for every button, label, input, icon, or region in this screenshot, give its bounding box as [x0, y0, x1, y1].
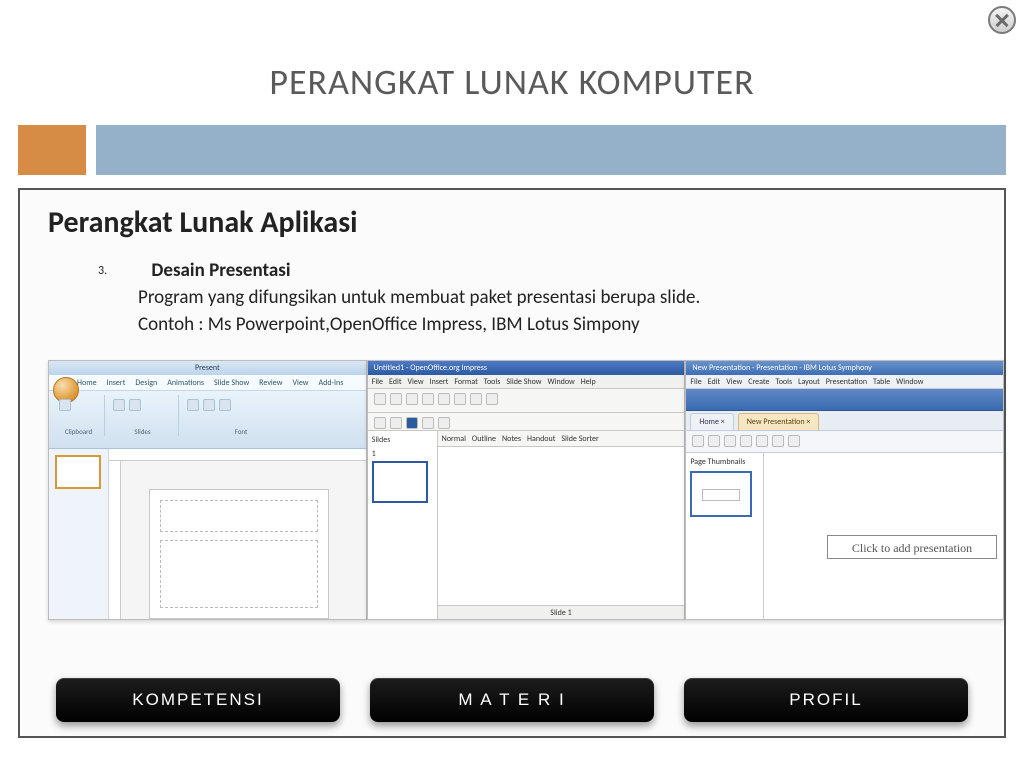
pp-tab: Home	[77, 378, 97, 388]
im-menubar: File Edit View Insert Format Tools Slide…	[368, 375, 685, 389]
im-menu-item: Help	[581, 377, 596, 387]
im-menu-item: Format	[454, 377, 477, 387]
pp-tab: Insert	[107, 378, 126, 388]
sy-placeholder: Click to add presentation	[827, 535, 997, 559]
im-menu-item: Edit	[389, 377, 402, 387]
pp-tab: Animations	[167, 378, 204, 388]
sy-menu-item: Presentation	[826, 377, 867, 387]
sy-panel-label: Page Thumbnails	[690, 457, 759, 467]
content-frame: Perangkat Lunak Aplikasi 3. Desain Prese…	[18, 188, 1006, 738]
im-view-tab: Slide Sorter	[561, 434, 598, 444]
im-view-tab: Handout	[527, 434, 555, 444]
pp-tab: Add-Ins	[318, 378, 343, 388]
list-item: 3. Desain Presentasi	[98, 259, 976, 282]
accent-blue	[96, 125, 1006, 175]
pp-tab: Slide Show	[214, 378, 249, 388]
pp-group-label: Font	[181, 427, 301, 436]
body-line-1: Program yang difungsikan untuk membuat p…	[138, 286, 976, 309]
im-menu-item: Window	[547, 377, 574, 387]
screenshot-row: Present Home Insert Design Animations Sl…	[48, 360, 1004, 620]
sy-titlebar: New Presentation - Presentation - IBM Lo…	[686, 361, 1003, 375]
sy-menu-item: Layout	[798, 377, 820, 387]
sy-menu-item: Window	[896, 377, 923, 387]
im-titlebar: Untitled1 - OpenOffice.org Impress	[368, 361, 685, 375]
im-canvas	[438, 447, 685, 605]
screenshot-powerpoint: Present Home Insert Design Animations Sl…	[48, 360, 367, 620]
sy-toolbar	[686, 389, 1003, 411]
im-slide-panel: Slides 1	[368, 431, 438, 619]
sy-thumb-panel: Page Thumbnails	[686, 453, 764, 619]
pp-titlebar: Present	[49, 361, 366, 375]
sy-toolbar-2	[686, 431, 1003, 453]
im-view-tab: Notes	[502, 434, 521, 444]
pp-ribbon: Clipboard Slides Font	[49, 391, 366, 449]
pp-tab: Review	[259, 378, 282, 388]
im-menu-item: View	[408, 377, 424, 387]
im-toolbar-2	[368, 413, 685, 431]
pp-canvas	[109, 449, 366, 619]
sy-menu-item: Tools	[776, 377, 793, 387]
sy-menu-item: File	[690, 377, 701, 387]
pp-ribbon-tabs: Home Insert Design Animations Slide Show…	[49, 375, 366, 391]
accent-bar	[18, 125, 1006, 175]
nav-materi[interactable]: M A T E R I	[370, 678, 654, 722]
im-menu-item: Insert	[430, 377, 449, 387]
pp-tab: View	[292, 378, 308, 388]
pp-group-label: Clipboard	[53, 427, 104, 436]
sy-menu-item: Edit	[708, 377, 721, 387]
accent-orange	[18, 125, 86, 175]
sy-menubar: File Edit View Create Tools Layout Prese…	[686, 375, 1003, 389]
im-view-tab: Normal	[442, 434, 466, 444]
im-panel-label: Slides	[372, 435, 433, 445]
sy-canvas: Click to add presentation	[764, 453, 1003, 619]
im-view-tabs: Normal Outline Notes Handout Slide Sorte…	[438, 431, 685, 447]
pp-tab: Design	[135, 378, 157, 388]
slide-title: PERANGKAT LUNAK KOMPUTER	[0, 60, 1024, 104]
sy-tab-home: Home ×	[690, 413, 733, 430]
sy-doc-tabs: Home × New Presentation ×	[686, 411, 1003, 431]
screenshot-impress: Untitled1 - OpenOffice.org Impress File …	[367, 360, 686, 620]
im-menu-item: File	[372, 377, 383, 387]
sy-menu-item: Table	[873, 377, 890, 387]
sy-menu-item: View	[726, 377, 742, 387]
nav-profil[interactable]: PROFIL	[684, 678, 968, 722]
nav-kompetensi[interactable]: KOMPETENSI	[56, 678, 340, 722]
nav-buttons: KOMPETENSI M A T E R I PROFIL	[20, 678, 1004, 722]
list-number: 3.	[98, 264, 107, 278]
body-line-2: Contoh : Ms Powerpoint,OpenOffice Impres…	[138, 313, 976, 336]
pp-slide-area	[149, 489, 329, 619]
pp-group-label: Slides	[107, 427, 178, 436]
im-thumb	[372, 461, 428, 503]
im-menu-item: Tools	[484, 377, 501, 387]
im-status: Slide 1	[438, 605, 685, 619]
im-menu-item: Slide Show	[506, 377, 541, 387]
sy-thumb	[690, 471, 752, 517]
sy-menu-item: Create	[748, 377, 769, 387]
pp-slide-panel	[49, 449, 109, 619]
sy-tab-doc: New Presentation ×	[738, 413, 820, 430]
im-view-tab: Outline	[472, 434, 496, 444]
pp-thumb	[55, 455, 101, 489]
slide: PERANGKAT LUNAK KOMPUTER Perangkat Lunak…	[0, 0, 1024, 768]
screenshot-symphony: New Presentation - Presentation - IBM Lo…	[685, 360, 1004, 620]
section-heading: Perangkat Lunak Aplikasi	[48, 204, 976, 241]
slide-title-area: PERANGKAT LUNAK KOMPUTER	[0, 60, 1024, 104]
close-icon[interactable]	[988, 6, 1016, 34]
im-toolbar	[368, 389, 685, 413]
list-title: Desain Presentasi	[151, 259, 290, 282]
